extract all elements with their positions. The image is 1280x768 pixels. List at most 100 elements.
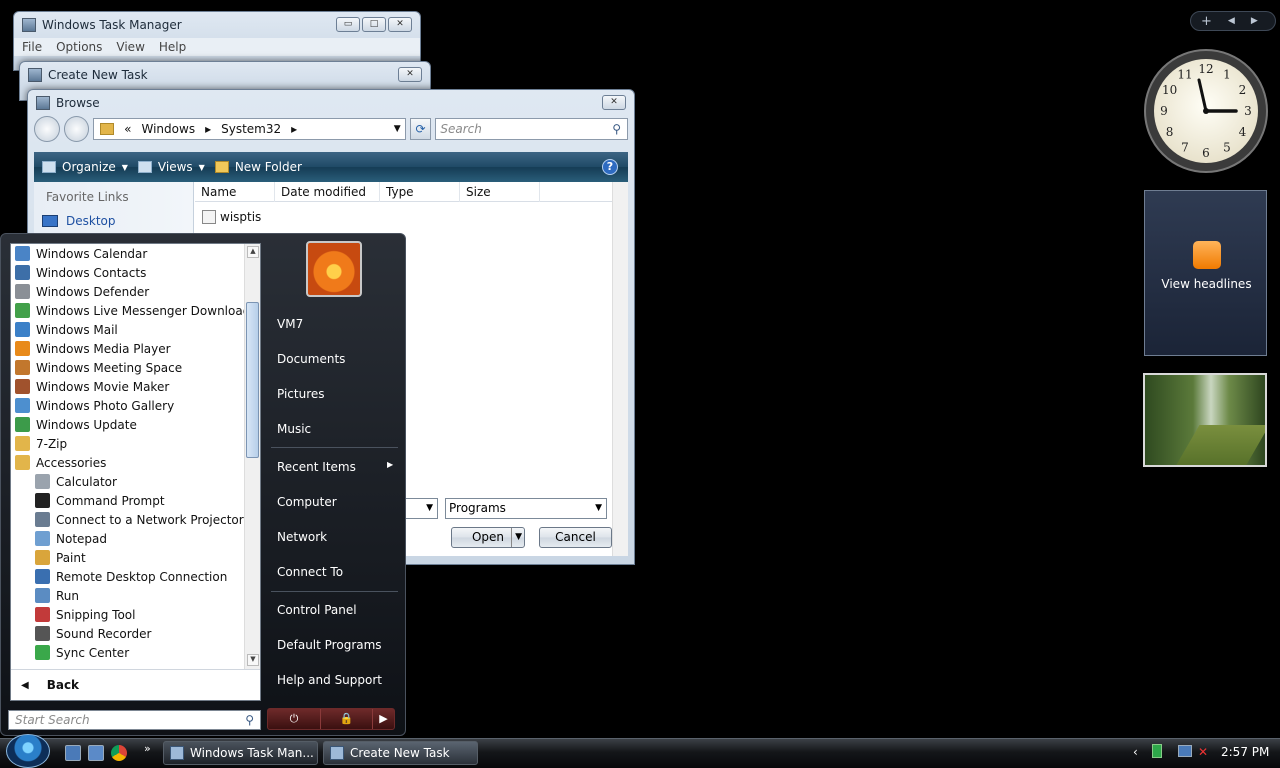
program-item[interactable]: Snipping Tool (11, 605, 245, 624)
tray-expand-icon[interactable]: ‹ (1133, 745, 1138, 759)
lock-icon[interactable]: 🔒 (320, 709, 372, 729)
feed-headlines-gadget[interactable]: View headlines (1144, 190, 1267, 356)
program-item[interactable]: Accessories (11, 453, 245, 472)
search-icon[interactable]: ⚲ (245, 711, 254, 729)
program-item[interactable]: Remote Desktop Connection (11, 567, 245, 586)
cancel-button[interactable]: Cancel (539, 527, 612, 548)
column-name[interactable]: Name (195, 182, 275, 202)
quicklaunch-overflow-icon[interactable]: » (144, 742, 151, 755)
start-link-recent-items[interactable]: Recent Items (277, 460, 356, 474)
slideshow-gadget[interactable] (1143, 373, 1267, 467)
program-item[interactable]: Windows Media Player (11, 339, 245, 358)
address-crumb-windows[interactable]: Windows (142, 122, 196, 136)
organize-button[interactable]: Organize ▼ (42, 160, 128, 174)
views-button[interactable]: Views ▼ (137, 160, 205, 174)
help-icon[interactable]: ? (602, 159, 618, 175)
program-item[interactable]: Windows Live Messenger Download (11, 301, 245, 320)
tray-app-icon[interactable] (1152, 744, 1162, 758)
search-icon[interactable]: ⚲ (612, 122, 621, 136)
start-search-input[interactable]: Start Search ⚲ (8, 710, 261, 730)
prev-gadget-icon[interactable]: ◀ (1228, 16, 1235, 26)
back-button[interactable]: ◀ Back (11, 669, 260, 700)
address-overflow[interactable]: « (124, 122, 131, 136)
menu-options[interactable]: Options (56, 40, 102, 54)
close-button[interactable]: ✕ (388, 17, 412, 32)
program-item[interactable]: 7-Zip (11, 434, 245, 453)
start-link-music[interactable]: Music (277, 422, 311, 436)
start-button[interactable] (6, 734, 50, 768)
new-folder-button[interactable]: New Folder (214, 160, 302, 174)
scroll-down-arrow[interactable]: ▼ (247, 654, 259, 666)
program-item[interactable]: Windows Defender (11, 282, 245, 301)
chevron-down-icon[interactable]: ▼ (394, 124, 401, 134)
shutdown-options-icon[interactable]: ▶ (372, 709, 394, 729)
program-item[interactable]: Calculator (11, 472, 245, 491)
browse-close-button[interactable]: ✕ (602, 95, 626, 110)
program-item[interactable]: Windows Mail (11, 320, 245, 339)
start-link-connect-to[interactable]: Connect To (277, 565, 343, 579)
program-item[interactable]: Run (11, 586, 245, 605)
volume-muted-icon[interactable]: ✕ (1198, 745, 1208, 759)
column-type[interactable]: Type (380, 182, 460, 202)
address-sep[interactable]: ▸ (291, 122, 297, 136)
start-link-network[interactable]: Network (277, 530, 327, 544)
user-picture[interactable] (306, 241, 362, 297)
open-button[interactable]: Open ▼ (451, 527, 525, 548)
power-icon[interactable]: ⏻ (268, 709, 320, 729)
start-link-documents[interactable]: Documents (277, 352, 345, 366)
programs-scrollbar[interactable]: ▲ ▼ (244, 244, 260, 669)
taskbar-button-create-new-task[interactable]: Create New Task (323, 741, 478, 765)
menu-file[interactable]: File (22, 40, 42, 54)
forward-nav-button[interactable] (63, 116, 90, 142)
favorite-desktop[interactable]: Desktop (42, 214, 116, 228)
column-date-modified[interactable]: Date modified (275, 182, 380, 202)
address-sep[interactable]: ▸ (205, 122, 211, 136)
address-bar[interactable]: « Windows ▸ System32 ▸ ▼ (93, 118, 406, 140)
menu-help[interactable]: Help (159, 40, 186, 54)
scroll-up-arrow[interactable]: ▲ (247, 246, 259, 258)
program-item[interactable]: Windows Calendar (11, 244, 245, 263)
start-link-default-programs[interactable]: Default Programs (277, 638, 382, 652)
program-item[interactable]: Sync Center (11, 643, 245, 662)
program-item[interactable]: Paint (11, 548, 245, 567)
open-split-arrow[interactable]: ▼ (511, 528, 522, 547)
create-task-close-button[interactable]: ✕ (398, 67, 422, 82)
chrome-icon[interactable] (111, 745, 127, 761)
filename-dropdown[interactable]: ▼ (405, 498, 438, 519)
view-headlines-label[interactable]: View headlines (1145, 277, 1268, 291)
create-task-titlebar[interactable]: Create New Task (20, 62, 430, 88)
show-desktop-icon[interactable] (65, 745, 81, 761)
scroll-thumb[interactable] (246, 302, 259, 458)
program-item[interactable]: Windows Photo Gallery (11, 396, 245, 415)
program-item[interactable]: Windows Movie Maker (11, 377, 245, 396)
file-scrollbar[interactable] (612, 182, 628, 556)
clock-time[interactable]: 2:57 PM (1221, 745, 1269, 759)
start-link-help-and-support[interactable]: Help and Support (277, 673, 382, 687)
minimize-button[interactable]: ▭ (336, 17, 360, 32)
menu-view[interactable]: View (116, 40, 144, 54)
back-nav-button[interactable] (34, 116, 60, 142)
program-item[interactable]: Command Prompt (11, 491, 245, 510)
program-item[interactable]: Windows Contacts (11, 263, 245, 282)
file-item[interactable]: wisptis (202, 210, 261, 224)
clock-gadget[interactable]: 12 12 3 45678 9 1011 (1143, 48, 1269, 174)
address-crumb-system32[interactable]: System32 (221, 122, 281, 136)
browse-titlebar[interactable]: Browse (28, 90, 634, 116)
refresh-button[interactable]: ⟳ (409, 118, 432, 140)
add-gadget-icon[interactable]: + (1201, 14, 1212, 29)
program-item[interactable]: Sound Recorder (11, 624, 245, 643)
taskbar-button-task-manager[interactable]: Windows Task Man... (163, 741, 318, 765)
program-item[interactable]: Connect to a Network Projector (11, 510, 245, 529)
program-item[interactable]: Notepad (11, 529, 245, 548)
program-item[interactable]: Windows Meeting Space (11, 358, 245, 377)
start-link-computer[interactable]: Computer (277, 495, 337, 509)
start-link-vm7[interactable]: VM7 (277, 317, 303, 331)
column-size[interactable]: Size (460, 182, 540, 202)
start-link-pictures[interactable]: Pictures (277, 387, 325, 401)
start-link-control-panel[interactable]: Control Panel (277, 603, 357, 617)
network-icon[interactable] (1178, 745, 1192, 757)
maximize-button[interactable]: □ (362, 17, 386, 32)
next-gadget-icon[interactable]: ▶ (1251, 16, 1258, 26)
file-type-select[interactable]: Programs ▼ (445, 498, 607, 519)
search-input[interactable]: Search ⚲ (435, 118, 628, 140)
